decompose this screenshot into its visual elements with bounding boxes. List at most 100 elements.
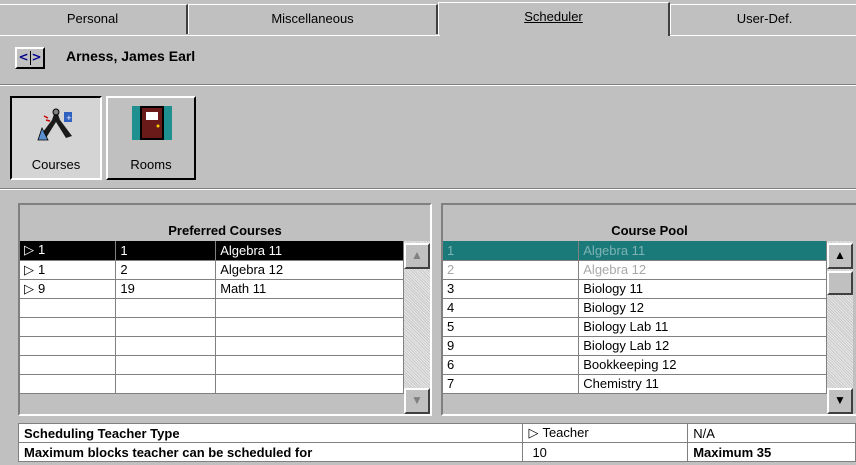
priority-value: 1 <box>38 242 46 258</box>
settings-row: Scheduling Teacher Type ▷ Teacher N/A <box>17 423 856 443</box>
priority-cell[interactable]: ▷ 1 <box>20 260 117 280</box>
course-pool-scrollbar[interactable]: ▲ ▼ <box>827 241 853 414</box>
table-row[interactable] <box>20 374 404 394</box>
course-code-cell[interactable]: 1 <box>115 241 217 261</box>
setting-value[interactable]: 10 <box>522 442 689 462</box>
tab-miscellaneous[interactable]: Miscellaneous <box>188 4 438 34</box>
scroll-thumb[interactable] <box>827 271 853 295</box>
course-name-cell[interactable]: Biology 12 <box>578 298 827 318</box>
course-code-cell[interactable]: 19 <box>115 279 217 299</box>
setting-extra: N/A <box>687 423 856 443</box>
scroll-down-icon[interactable]: ▼ <box>827 388 853 414</box>
divider <box>0 189 856 190</box>
table-row[interactable]: 5 Biology Lab 11 <box>443 317 827 337</box>
course-name-cell[interactable]: Algebra 12 <box>215 260 404 280</box>
tab-divider <box>0 35 440 36</box>
rooms-button-label: Rooms <box>130 157 172 172</box>
row-marker-icon: ▷ <box>24 261 34 277</box>
table-row[interactable] <box>20 298 404 318</box>
tab-personal[interactable]: Personal <box>0 4 188 34</box>
course-name-cell[interactable]: Biology 11 <box>578 279 827 299</box>
table-row[interactable]: ▷ 1 1 Algebra 11 <box>20 241 404 261</box>
priority-value: 1 <box>38 261 46 277</box>
tab-strip: Personal Miscellaneous Scheduler User-De… <box>0 0 856 36</box>
course-name-cell[interactable]: Chemistry 11 <box>578 374 827 394</box>
table-row[interactable]: 7 Chemistry 11 <box>443 374 827 394</box>
tab-user-def[interactable]: User-Def. <box>670 4 856 34</box>
priority-cell[interactable]: ▷ 9 <box>20 279 117 299</box>
course-name-cell[interactable] <box>215 374 404 394</box>
priority-cell[interactable] <box>20 355 117 375</box>
course-name-cell[interactable]: Algebra 12 <box>578 260 827 280</box>
course-code-cell[interactable] <box>115 336 217 356</box>
course-code-cell[interactable]: 7 <box>443 374 580 394</box>
course-code-cell[interactable] <box>115 355 217 375</box>
table-row[interactable] <box>20 355 404 375</box>
next-record-icon[interactable]: > <box>32 50 42 64</box>
tab-divider <box>670 35 856 36</box>
course-name-cell[interactable]: Algebra 11 <box>215 241 404 261</box>
setting-value[interactable]: ▷ Teacher <box>522 423 689 443</box>
priority-value: 9 <box>38 280 46 296</box>
priority-cell[interactable] <box>20 374 117 394</box>
course-code-cell[interactable] <box>115 317 217 337</box>
course-code-cell[interactable]: 9 <box>443 336 580 356</box>
course-name-cell[interactable] <box>215 317 404 337</box>
course-pool-panel: Course Pool 1 Algebra 11 2 Algebra 12 3 Biolo… <box>441 203 856 416</box>
table-row[interactable]: 2 Algebra 12 <box>443 260 827 280</box>
course-name-cell[interactable] <box>215 336 404 356</box>
course-code-cell[interactable]: 2 <box>115 260 217 280</box>
preferred-courses-title: Preferred Courses <box>168 223 282 238</box>
tab-label: User-Def. <box>736 11 793 26</box>
course-code-cell[interactable] <box>115 374 217 394</box>
student-name: Arness, James Earl <box>66 48 196 64</box>
priority-cell[interactable] <box>20 317 117 337</box>
tab-label: Scheduler <box>524 9 583 24</box>
row-marker-icon: ▷ <box>24 280 34 296</box>
table-row[interactable]: ▷ 1 2 Algebra 12 <box>20 260 404 280</box>
table-row[interactable]: 9 Biology Lab 12 <box>443 336 827 356</box>
settings-row: Maximum blocks teacher can be scheduled … <box>17 442 856 462</box>
priority-cell[interactable]: ▷ 1 <box>20 241 117 261</box>
preferred-courses-scrollbar[interactable]: ▲ ▼ <box>404 241 430 414</box>
priority-cell[interactable] <box>20 336 117 356</box>
course-name-cell[interactable]: Math 11 <box>215 279 404 299</box>
tab-label: Miscellaneous <box>271 11 354 26</box>
setting-value-text: 10 <box>532 444 547 460</box>
course-code-cell[interactable] <box>115 298 217 318</box>
table-row[interactable] <box>20 317 404 337</box>
preferred-courses-panel: Preferred Courses ▷ 1 1 Algebra 11 ▷ 1 2 Algebr… <box>18 203 432 416</box>
scroll-down-icon[interactable]: ▼ <box>404 388 430 414</box>
course-name-cell[interactable]: Biology Lab 12 <box>578 336 827 356</box>
preferred-courses-grid[interactable]: ▷ 1 1 Algebra 11 ▷ 1 2 Algebra 12 ▷ 9 19 Math 11 <box>20 241 404 394</box>
record-navigator-button[interactable]: < > <box>15 47 45 69</box>
course-name-cell[interactable] <box>215 298 404 318</box>
table-row[interactable]: ▷ 9 19 Math 11 <box>20 279 404 299</box>
scroll-up-icon[interactable]: ▲ <box>827 243 853 269</box>
svg-text:+: + <box>66 114 72 122</box>
scroll-up-icon[interactable]: ▲ <box>404 243 430 269</box>
course-pool-grid[interactable]: 1 Algebra 11 2 Algebra 12 3 Biology 11 4 Biolog… <box>443 241 827 394</box>
rooms-icon <box>132 106 172 140</box>
course-name-cell[interactable]: Bookkeeping 12 <box>578 355 827 375</box>
table-row[interactable]: 1 Algebra 11 <box>443 241 827 261</box>
rooms-button[interactable]: Rooms <box>106 96 196 180</box>
course-code-cell[interactable]: 3 <box>443 279 580 299</box>
course-code-cell[interactable]: 2 <box>443 260 580 280</box>
course-name-cell[interactable]: Algebra 11 <box>578 241 827 261</box>
table-row[interactable] <box>20 336 404 356</box>
course-name-cell[interactable] <box>215 355 404 375</box>
prev-record-icon[interactable]: < <box>18 50 28 64</box>
course-code-cell[interactable]: 1 <box>443 241 580 261</box>
table-row[interactable]: 3 Biology 11 <box>443 279 827 299</box>
row-marker-icon: ▷ <box>24 242 34 258</box>
table-row[interactable]: 4 Biology 12 <box>443 298 827 318</box>
course-code-cell[interactable]: 4 <box>443 298 580 318</box>
course-code-cell[interactable]: 6 <box>443 355 580 375</box>
priority-cell[interactable] <box>20 298 117 318</box>
course-code-cell[interactable]: 5 <box>443 317 580 337</box>
course-name-cell[interactable]: Biology Lab 11 <box>578 317 827 337</box>
tab-scheduler[interactable]: Scheduler <box>438 2 670 36</box>
courses-button[interactable]: + Courses <box>10 96 102 180</box>
table-row[interactable]: 6 Bookkeeping 12 <box>443 355 827 375</box>
